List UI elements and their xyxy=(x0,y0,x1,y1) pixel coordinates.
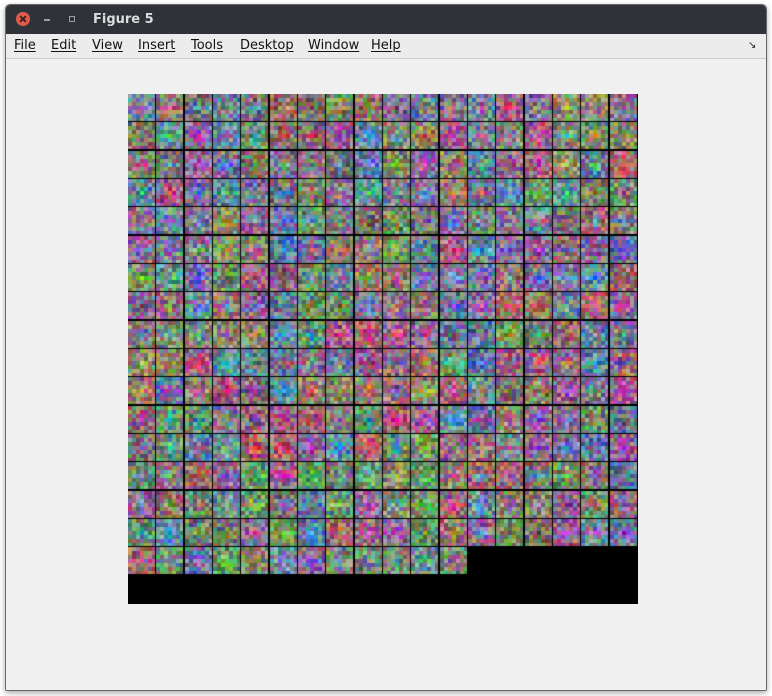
window-title: Figure 5 xyxy=(93,12,154,27)
menu-file[interactable]: File xyxy=(14,38,36,54)
menu-view[interactable]: View xyxy=(92,38,123,54)
maximize-button[interactable] xyxy=(64,12,78,26)
menu-bar: File Edit View Insert Tools Desktop Wind… xyxy=(6,34,766,59)
figure-window: Figure 5 File Edit View Insert Tools Des… xyxy=(5,4,767,691)
menu-desktop[interactable]: Desktop xyxy=(240,38,294,54)
close-button[interactable] xyxy=(16,12,30,26)
title-bar[interactable]: Figure 5 xyxy=(6,5,766,34)
weights-image xyxy=(128,94,638,604)
menu-window[interactable]: Window xyxy=(308,38,359,54)
menu-insert[interactable]: Insert xyxy=(138,38,175,54)
figure-canvas-area xyxy=(6,59,766,690)
dock-arrow-icon[interactable]: ↘ xyxy=(748,41,758,51)
minimize-button[interactable] xyxy=(40,12,54,26)
menu-tools[interactable]: Tools xyxy=(191,38,223,54)
tile-grid-canvas xyxy=(128,94,638,604)
menu-edit[interactable]: Edit xyxy=(51,38,76,54)
menu-help[interactable]: Help xyxy=(371,38,401,54)
